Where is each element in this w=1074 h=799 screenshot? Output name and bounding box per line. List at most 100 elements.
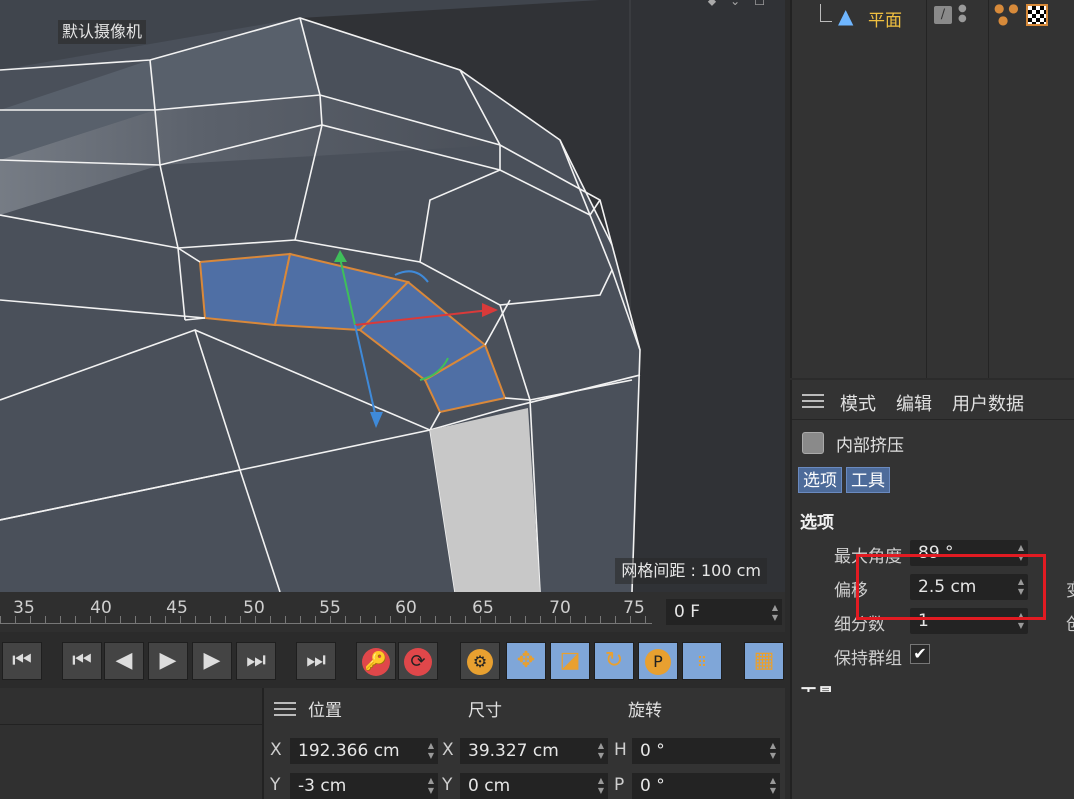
tool-name: 内部挤压 xyxy=(836,436,904,456)
position-x-value: 192.366 cm xyxy=(298,741,400,761)
menu-user-data[interactable]: 用户数据 xyxy=(952,390,1024,416)
menu-icon[interactable] xyxy=(802,394,824,408)
next-key-icon[interactable]: ⏭ xyxy=(236,642,276,680)
go-to-start-icon[interactable]: ⏮ xyxy=(2,642,42,680)
max-angle-label: 最大角度 xyxy=(834,547,902,567)
keep-groups-label: 保持群组 xyxy=(834,649,902,669)
offset-field[interactable]: 2.5 cm ▲ ▼ xyxy=(910,574,1028,600)
key-rotation-icon[interactable]: ↻ xyxy=(594,642,634,680)
play-icon[interactable]: ▶ xyxy=(148,642,188,680)
3d-viewport[interactable]: 默认摄像机 网格间距 : 100 cm ⬥⌄☐ xyxy=(0,0,785,592)
key-scale-icon[interactable]: ◪ xyxy=(550,642,590,680)
rotation-header: 旋转 xyxy=(628,701,662,721)
autokey-icon[interactable]: ⟳ xyxy=(398,642,438,680)
position-y-field[interactable]: -3 cm ▲ ▼ xyxy=(290,773,438,799)
tick-label: 55 xyxy=(319,598,341,618)
plane-icon: ▲ xyxy=(838,4,854,28)
current-frame-value: 0 F xyxy=(674,602,700,622)
tick-baseline xyxy=(0,623,652,624)
camera-label[interactable]: 默认摄像机 xyxy=(58,20,147,44)
inner-extrude-icon xyxy=(802,432,824,454)
spinner-icon[interactable]: ▲ ▼ xyxy=(1018,543,1024,563)
coordinates-manager: 位置 尺寸 旋转 X 192.366 cm ▲ ▼ X 39.327 cm ▲ ▼ H … xyxy=(262,688,785,799)
tree-connector xyxy=(820,4,832,22)
spinner-icon[interactable]: ▲ ▼ xyxy=(598,741,604,761)
column-divider xyxy=(926,0,927,378)
go-to-end-icon[interactable]: ⏭ xyxy=(296,642,336,680)
edit-tag-icon[interactable]: ∕ xyxy=(934,6,952,24)
spinner-icon[interactable]: ▲ ▼ xyxy=(770,776,776,796)
axis-label: H xyxy=(614,740,627,760)
tab-tool[interactable]: 工具 xyxy=(846,467,890,493)
size-y-value: 0 cm xyxy=(468,776,511,796)
spinner-icon[interactable]: ▲ ▼ xyxy=(770,741,776,761)
offset-label: 偏移 xyxy=(834,581,868,601)
axis-label: X xyxy=(270,740,282,760)
size-x-field[interactable]: 39.327 cm ▲ ▼ xyxy=(460,738,608,764)
clipped-label: 创 xyxy=(1066,610,1074,635)
key-parameter-icon[interactable]: P xyxy=(638,642,678,680)
spinner-icon[interactable]: ▲ ▼ xyxy=(772,603,778,623)
subdivision-field[interactable]: 1 ▲ ▼ xyxy=(910,608,1028,634)
next-frame-icon[interactable]: ▶ xyxy=(192,642,232,680)
subdivision-label: 细分数 xyxy=(834,615,885,635)
menu-mode[interactable]: 模式 xyxy=(840,390,876,416)
max-angle-field[interactable]: 89 ° ▲ ▼ xyxy=(910,540,1028,566)
rotation-h-field[interactable]: 0 ° ▲ ▼ xyxy=(632,738,780,764)
tick-label: 75 xyxy=(623,598,645,618)
tick-label: 50 xyxy=(243,598,265,618)
tick-label: 65 xyxy=(472,598,494,618)
subdivision-value: 1 xyxy=(918,611,929,631)
viewport-nav-icons[interactable]: ⬥⌄☐ xyxy=(708,0,779,9)
checker-material-icon[interactable] xyxy=(1026,4,1048,26)
position-header: 位置 xyxy=(308,701,342,721)
menu-icon[interactable] xyxy=(274,702,296,716)
spinner-icon[interactable]: ▲ ▼ xyxy=(598,776,604,796)
attribute-menu-bar: 模式 编辑 用户数据 xyxy=(792,380,1074,420)
key-position-icon[interactable]: ✥ xyxy=(506,642,546,680)
tab-options[interactable]: 选项 xyxy=(798,467,842,493)
divider xyxy=(0,724,262,725)
axis-label: P xyxy=(614,775,625,795)
tick-label: 40 xyxy=(90,598,112,618)
visibility-dots-icon[interactable]: ● ● xyxy=(958,4,967,24)
spinner-icon[interactable]: ▲ ▼ xyxy=(1018,611,1024,631)
object-name[interactable]: 平面 xyxy=(868,6,902,31)
current-frame-field[interactable]: 0 F ▲ ▼ xyxy=(666,599,782,625)
position-x-field[interactable]: 192.366 cm ▲ ▼ xyxy=(290,738,438,764)
rotation-h-value: 0 ° xyxy=(640,741,665,761)
spinner-icon[interactable]: ▲ ▼ xyxy=(428,776,434,796)
rotation-p-field[interactable]: 0 ° ▲ ▼ xyxy=(632,773,780,799)
keyframe-selection-icon[interactable]: ⚙ xyxy=(460,642,500,680)
size-header: 尺寸 xyxy=(468,701,502,721)
spinner-icon[interactable]: ▲ ▼ xyxy=(1018,577,1024,597)
axis-label: Y xyxy=(442,775,453,795)
material-spheres-icon: ● ● ● xyxy=(994,1,1019,27)
size-x-value: 39.327 cm xyxy=(468,741,559,761)
prev-frame-icon[interactable]: ◀ xyxy=(104,642,144,680)
prev-key-icon[interactable]: ⏮ xyxy=(62,642,102,680)
max-angle-value: 89 ° xyxy=(918,543,954,563)
section-title: 选项 xyxy=(800,513,834,533)
keep-groups-checkbox[interactable]: ✔ xyxy=(910,644,930,664)
menu-edit[interactable]: 编辑 xyxy=(896,390,932,416)
tick-label: 35 xyxy=(13,598,35,618)
axis-label: X xyxy=(442,740,454,760)
mesh-view[interactable] xyxy=(0,0,785,592)
tick-label: 45 xyxy=(166,598,188,618)
grid-spacing-label: 网格间距 : 100 cm xyxy=(615,558,767,584)
clipped-label: 变 xyxy=(1066,576,1074,601)
spinner-icon[interactable]: ▲ ▼ xyxy=(428,741,434,761)
material-manager xyxy=(0,688,262,799)
key-pla-icon[interactable]: ⠿ xyxy=(682,642,722,680)
size-y-field[interactable]: 0 cm ▲ ▼ xyxy=(460,773,608,799)
column-divider xyxy=(988,0,989,378)
position-y-value: -3 cm xyxy=(298,776,347,796)
object-manager[interactable]: ▲ 平面 ∕ ● ● ● ● ● xyxy=(790,0,1074,378)
offset-value: 2.5 cm xyxy=(918,577,977,597)
timeline-ruler[interactable]: 35 40 45 50 55 60 65 70 75 0 F ▲ ▼ xyxy=(0,592,785,632)
transport-bar: ⏮ ⏮ ◀ ▶ ▶ ⏭ ⏭ 🔑 ⟳ ⚙ ✥ ◪ ↻ P ⠿ ▦ xyxy=(0,634,785,688)
record-key-icon[interactable]: 🔑 xyxy=(356,642,396,680)
timeline-film-icon[interactable]: ▦ xyxy=(744,642,784,680)
axis-label: Y xyxy=(270,775,281,795)
